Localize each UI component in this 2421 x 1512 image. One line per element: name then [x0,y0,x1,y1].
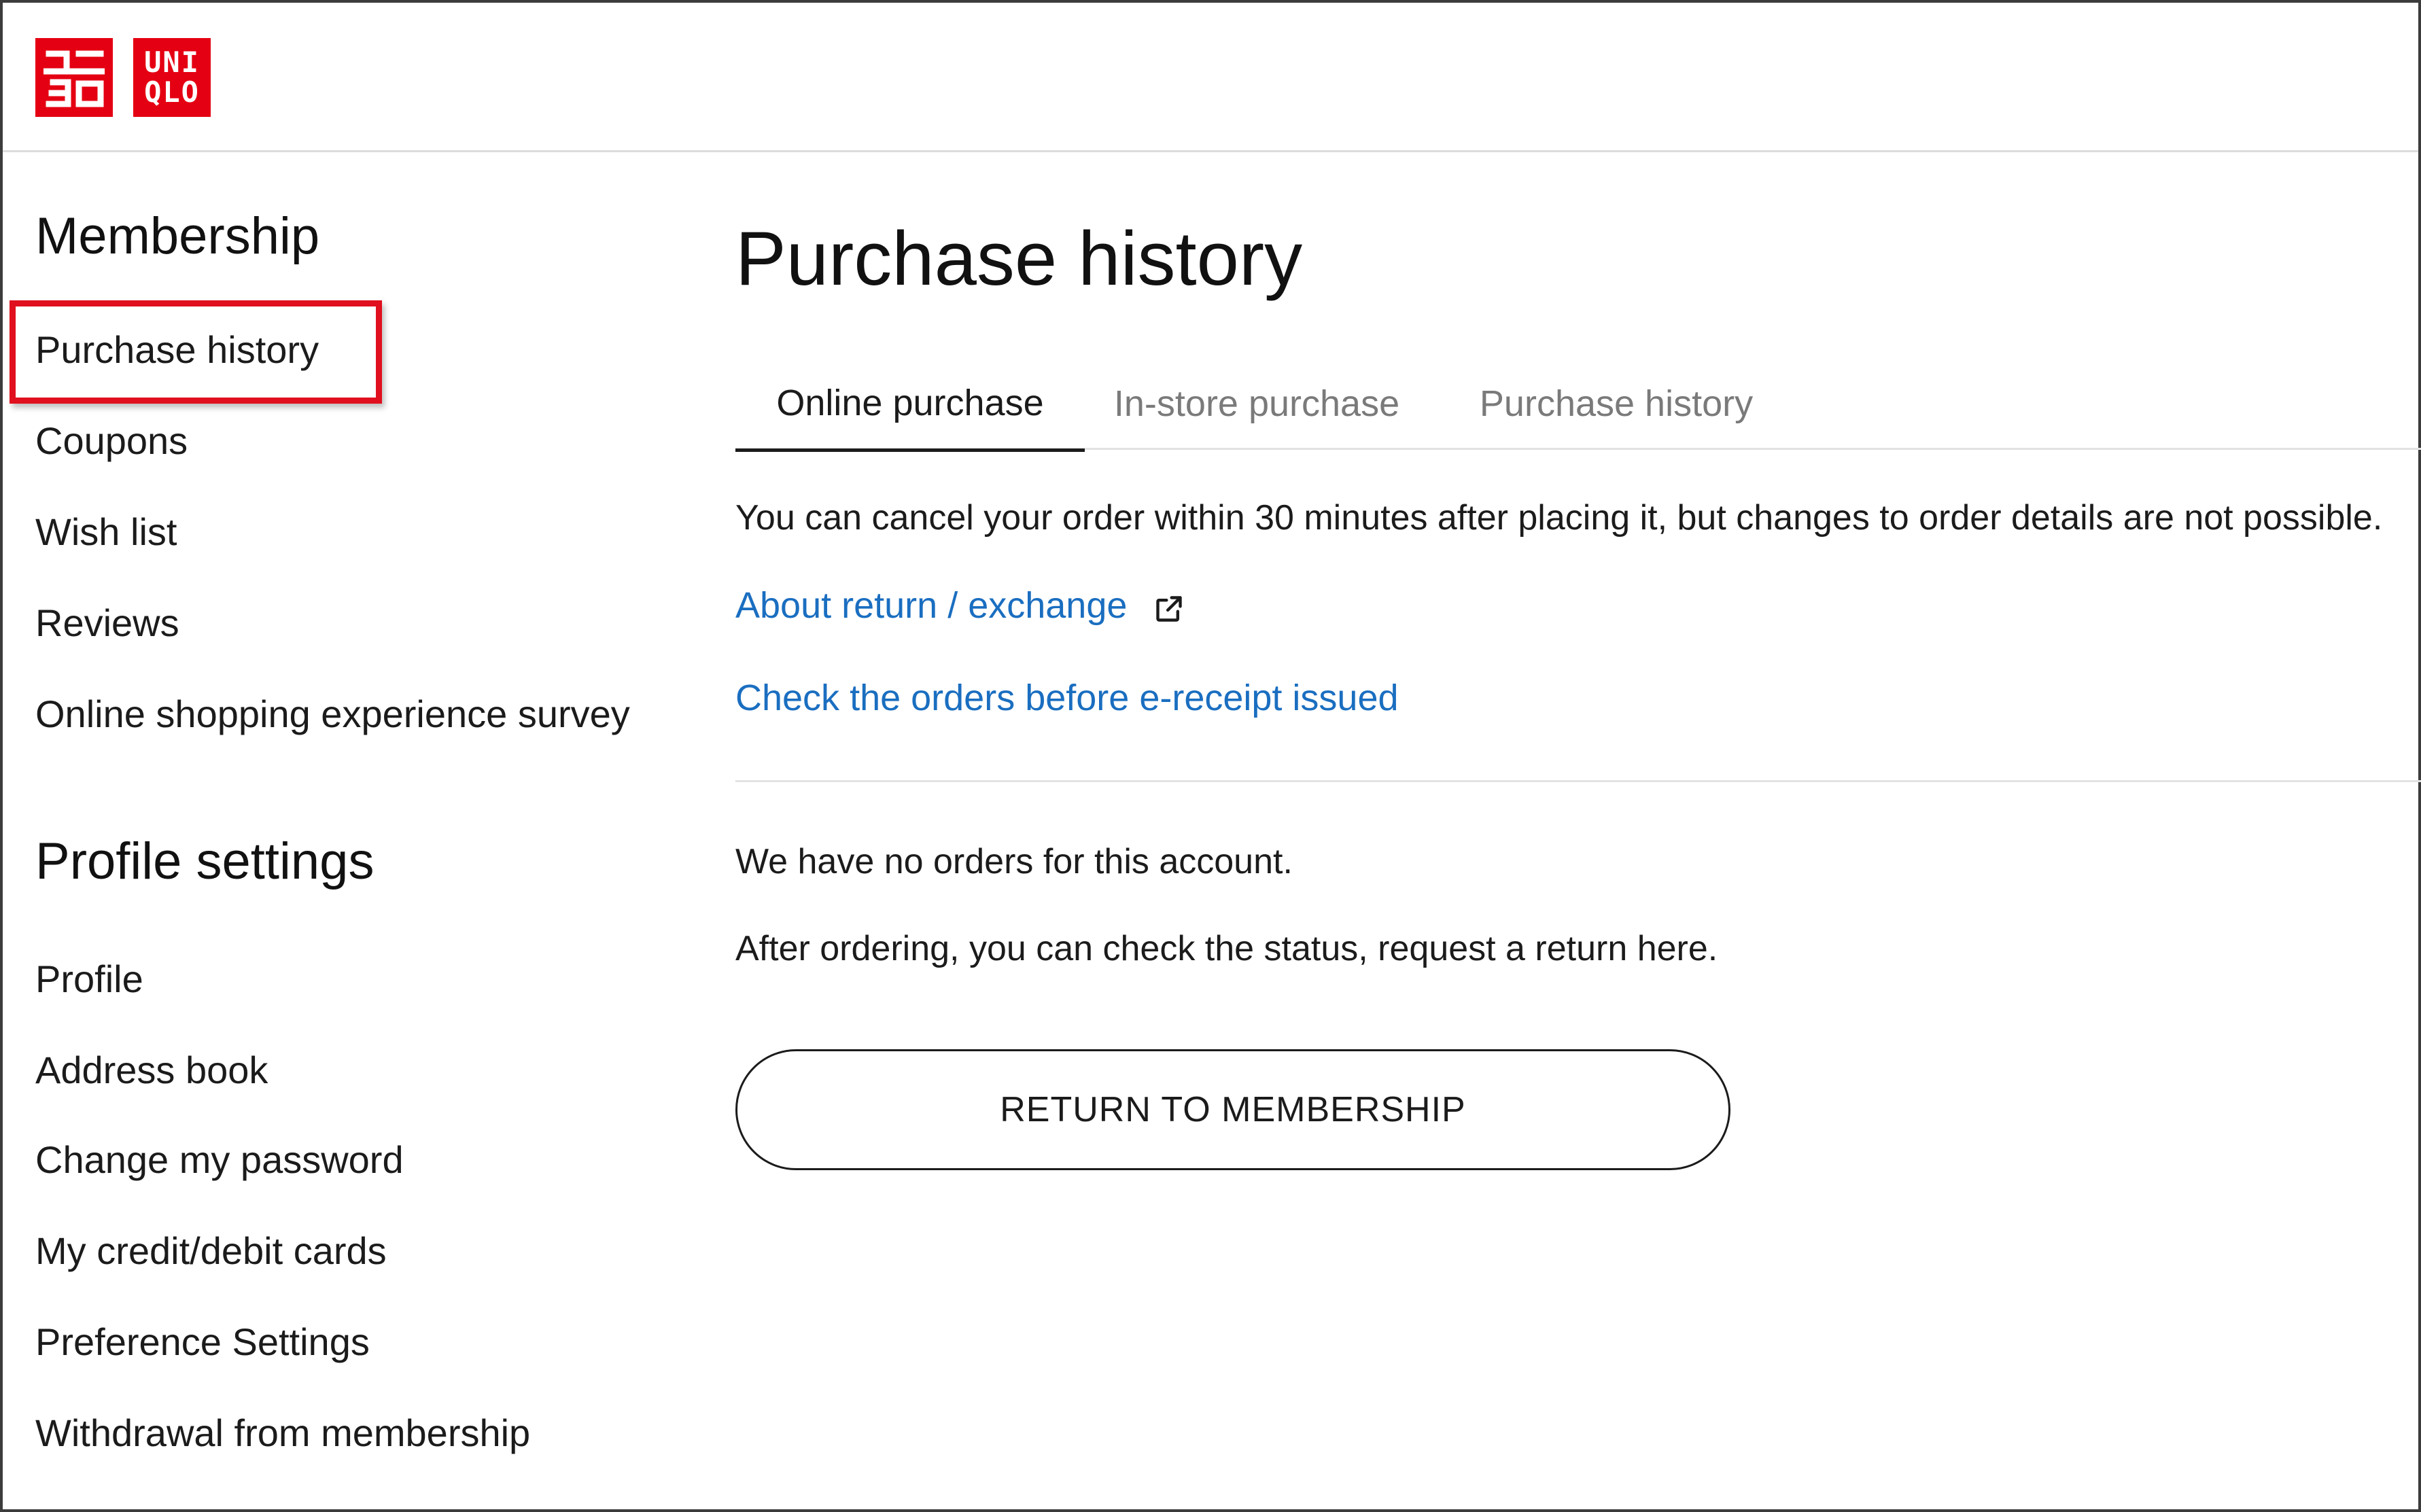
tab-in-store-purchase[interactable]: In-store purchase [1114,357,1399,450]
logo-english-icon: UNI QLO [133,38,211,117]
tab-purchase-history[interactable]: Purchase history [1480,357,1753,450]
cancel-notice: You can cancel your order within 30 minu… [735,498,2383,538]
tab-online-purchase[interactable]: Online purchase [735,357,1085,452]
sidebar-item-change-password[interactable]: Change my password [35,1138,404,1182]
logo-text-top: UNI [144,46,200,79]
logo-katakana-icon [35,38,113,117]
purchase-tabs: Online purchase In-store purchase Purcha… [735,357,2421,452]
sidebar-item-purchase-history[interactable]: Purchase history [35,328,319,372]
profile-settings-heading: Profile settings [35,832,375,890]
sidebar-item-reviews[interactable]: Reviews [35,601,179,645]
sidebar-item-wish-list[interactable]: Wish list [35,510,177,554]
return-exchange-link[interactable]: About return / exchange [735,584,1184,627]
sidebar-item-address-book[interactable]: Address book [35,1048,268,1092]
membership-heading: Membership [35,207,320,265]
order-status-hint: After ordering, you can check the status… [735,929,1718,968]
content-divider [735,780,2421,782]
browser-page: UNI QLO Membership Purchase history Coup… [0,0,2421,1512]
return-to-membership-button[interactable]: RETURN TO MEMBERSHIP [735,1049,1730,1170]
sidebar-item-preference-settings[interactable]: Preference Settings [35,1320,370,1364]
check-orders-link[interactable]: Check the orders before e-receipt issued [735,677,1399,719]
page-title: Purchase history [735,216,1303,301]
logo-text-bottom: QLO [144,75,200,109]
return-exchange-link-label: About return / exchange [735,585,1128,626]
sidebar-item-cards[interactable]: My credit/debit cards [35,1229,387,1273]
sidebar-item-profile[interactable]: Profile [35,957,143,1001]
no-orders-message: We have no orders for this account. [735,842,1293,881]
external-link-icon [1154,591,1184,622]
site-header: UNI QLO [3,3,2418,152]
uniqlo-logo[interactable]: UNI QLO [35,38,211,117]
sidebar-item-coupons[interactable]: Coupons [35,419,188,463]
sidebar-item-withdrawal[interactable]: Withdrawal from membership [35,1411,530,1455]
sidebar-item-survey[interactable]: Online shopping experience survey [35,692,630,736]
